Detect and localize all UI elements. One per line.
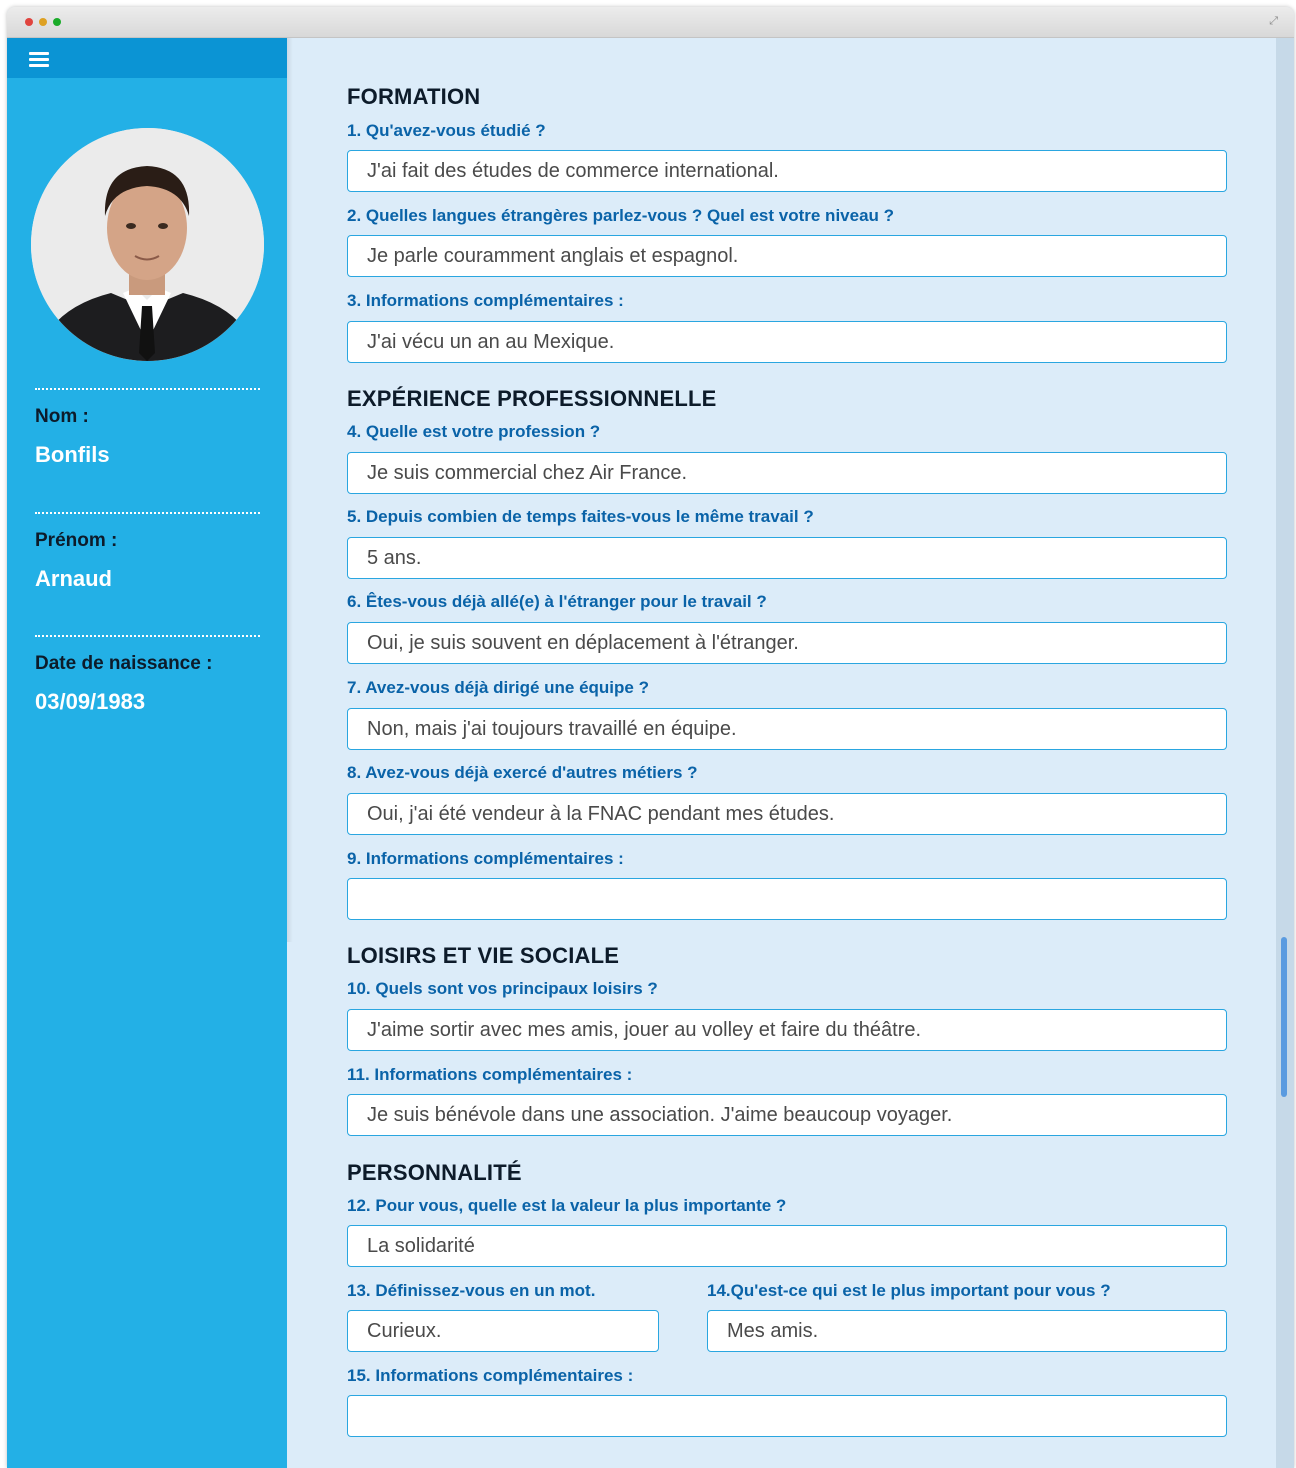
question-label: 6. Êtes-vous déjà allé(e) à l'étranger p… (347, 592, 767, 611)
field-prenom: Prénom : Arnaud (35, 512, 260, 592)
answer-field[interactable]: Oui, je suis souvent en déplacement à l'… (347, 622, 1227, 664)
answer-field[interactable]: Mes amis. (707, 1310, 1227, 1352)
answer-field[interactable]: Oui, j'ai été vendeur à la FNAC pendant … (347, 793, 1227, 835)
field-value: 03/09/1983 (35, 689, 146, 714)
question-label: 4. Quelle est votre profession ? (347, 422, 601, 441)
section-title-formation: FORMATION (347, 84, 481, 109)
scrollbar-thumb[interactable] (1281, 937, 1287, 1097)
answer-field[interactable]: Je parle couramment anglais et espagnol. (347, 235, 1227, 277)
question-label: 7. Avez-vous déjà dirigé une équipe ? (347, 678, 649, 697)
field-label: Date de naissance : (35, 653, 213, 674)
answer-field[interactable]: Curieux. (347, 1310, 659, 1352)
question-label: 14.Qu'est-ce qui est le plus important p… (707, 1281, 1111, 1300)
question-label: 11. Informations complémentaires : (347, 1065, 633, 1084)
question-label: 15. Informations complémentaires : (347, 1366, 634, 1385)
fullscreen-icon[interactable]: ⤢ (1269, 14, 1278, 28)
section-title-personnalite: PERSONNALITÉ (347, 1160, 522, 1185)
zoom-window-button[interactable] (53, 18, 61, 26)
field-date-naissance: Date de naissance : 03/09/1983 (35, 635, 260, 715)
dotted-divider (35, 512, 260, 514)
hamburger-menu-icon[interactable] (29, 52, 49, 67)
question-label: 2. Quelles langues étrangères parlez-vou… (347, 206, 895, 225)
answer-field[interactable] (347, 1395, 1227, 1437)
question-label: 5. Depuis combien de temps faites-vous l… (347, 507, 814, 526)
field-nom: Nom : Bonfils (35, 388, 260, 468)
dotted-divider (35, 635, 260, 637)
answer-field[interactable]: La solidarité (347, 1225, 1227, 1267)
answer-field[interactable]: J'aime sortir avec mes amis, jouer au vo… (347, 1009, 1227, 1051)
minimize-window-button[interactable] (39, 18, 47, 26)
field-label: Nom : (35, 406, 89, 427)
field-value: Arnaud (35, 566, 112, 591)
question-label: 9. Informations complémentaires : (347, 849, 624, 868)
answer-field[interactable]: Je suis commercial chez Air France. (347, 452, 1227, 494)
profile-photo (31, 128, 264, 361)
question-label: 8. Avez-vous déjà exercé d'autres métier… (347, 763, 698, 782)
answer-field[interactable] (347, 878, 1227, 920)
answer-field[interactable]: Non, mais j'ai toujours travaillé en équ… (347, 708, 1227, 750)
question-label: 10. Quels sont vos principaux loisirs ? (347, 979, 658, 998)
question-label: 1. Qu'avez-vous étudié ? (347, 121, 546, 140)
field-value: Bonfils (35, 442, 110, 467)
answer-field[interactable]: J'ai fait des études de commerce interna… (347, 150, 1227, 192)
dotted-divider (35, 388, 260, 390)
app-window: ⤢ Nom : Bonfils Prénom: Arnaud Date de … (7, 7, 1294, 1468)
profile-sidebar: Nom : Bonfils Prénom : Arnaud Date de na… (7, 38, 287, 1468)
question-label: 12. Pour vous, quelle est la valeur la p… (347, 1196, 787, 1215)
section-title-loisirs: LOISIRS ET VIE SOCIALE (347, 943, 620, 968)
question-label: 13. Définissez-vous en un mot. (347, 1281, 596, 1300)
avatar (31, 128, 264, 361)
question-label: 3. Informations complémentaires : (347, 291, 624, 310)
answer-field[interactable]: Je suis bénévole dans une association. J… (347, 1094, 1227, 1136)
field-label: Prénom : (35, 530, 118, 551)
window-titlebar: ⤢ (7, 7, 1294, 38)
sidebar-shadow (287, 38, 293, 942)
close-window-button[interactable] (25, 18, 33, 26)
vertical-scrollbar[interactable] (1276, 38, 1294, 1468)
answer-field[interactable]: 5 ans. (347, 537, 1227, 579)
answer-field[interactable]: J'ai vécu un an au Mexique. (347, 321, 1227, 363)
sidebar-header (7, 38, 287, 78)
section-title-experience: EXPÉRIENCE PROFESSIONNELLE (347, 386, 717, 411)
